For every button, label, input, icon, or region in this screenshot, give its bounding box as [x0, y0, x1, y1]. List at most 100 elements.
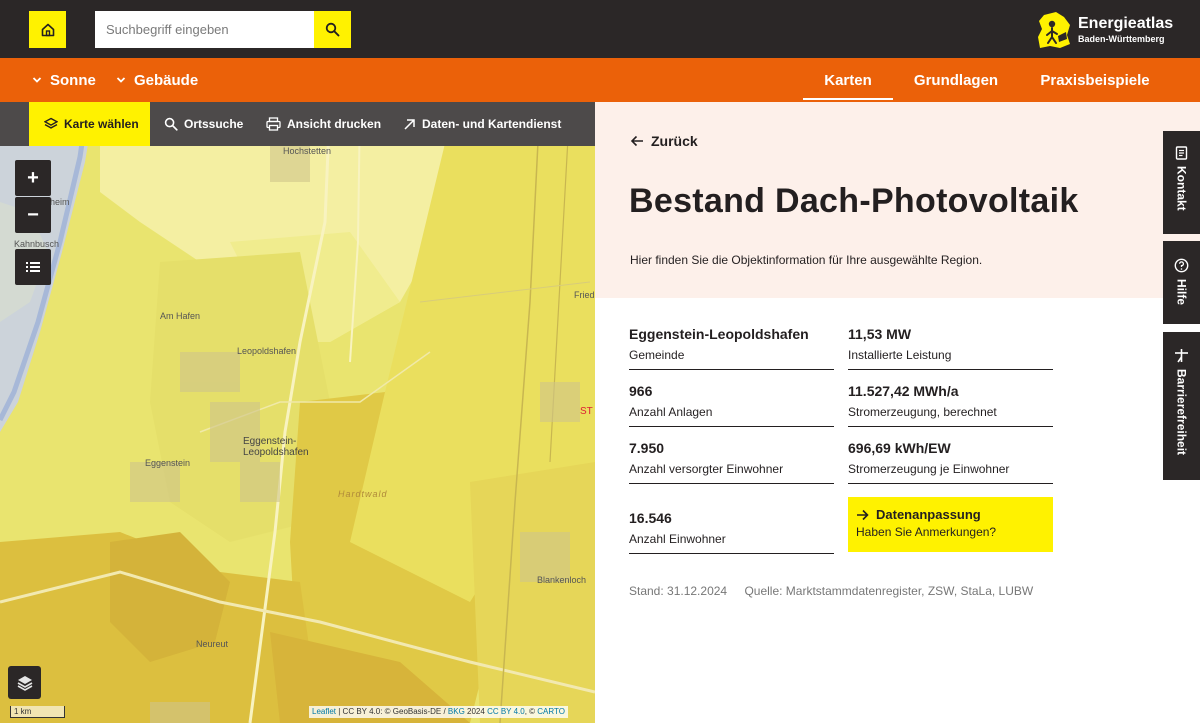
page-title: Bestand Dach-Photovoltaik: [629, 182, 1079, 220]
back-label: Zurück: [651, 133, 698, 149]
layers-icon: [17, 675, 32, 691]
map-label-st: ST: [580, 406, 593, 417]
search-button[interactable]: [314, 11, 351, 48]
nav-menu-sonne[interactable]: Sonne: [32, 58, 96, 102]
stat-label: Stromerzeugung je Einwohner: [848, 462, 1010, 476]
home-button[interactable]: [29, 11, 66, 48]
stat-installierte-leistung: 11,53 MW Installierte Leistung: [848, 326, 1053, 370]
data-adjustment-subtitle: Haben Sie Anmerkungen?: [856, 525, 997, 539]
attribution-text: | CC BY 4.0: © GeoBasis-DE /: [336, 707, 448, 716]
logo-mark-icon: [1038, 12, 1070, 48]
stat-value: 16.546: [629, 510, 672, 526]
map-label-heim: heim: [50, 197, 70, 207]
map-label-eggenstein: Eggenstein: [145, 458, 191, 468]
bkg-link[interactable]: BKG: [448, 707, 465, 716]
logo-subtitle: Baden-Württemberg: [1078, 34, 1165, 44]
data-source-info: Stand: 31.12.2024 Quelle: Marktstammdate…: [629, 584, 1047, 598]
location-search-button[interactable]: Ortssuche: [164, 102, 243, 146]
logo-title: Energieatlas: [1078, 15, 1174, 32]
search-box: [95, 11, 351, 48]
toolbar-label: Daten- und Kartendienst: [422, 117, 562, 131]
intro-text: Hier finden Sie die Objektinformation fü…: [630, 253, 983, 267]
legend-toggle-button[interactable]: [15, 249, 51, 285]
map-label-neureut: Neureut: [196, 639, 229, 649]
stat-stromerzeugung-je-einwohner: 696,69 kWh/EW Stromerzeugung je Einwohne…: [848, 440, 1053, 484]
nav-tab-praxisbeispiele[interactable]: Praxisbeispiele: [1030, 58, 1160, 102]
leaflet-link[interactable]: Leaflet: [312, 707, 336, 716]
nav-menu-label: Sonne: [50, 71, 96, 89]
carto-link[interactable]: CARTO: [537, 707, 565, 716]
toolbar-label: Ortssuche: [184, 117, 244, 131]
nav-menu-label: Gebäude: [134, 71, 199, 89]
quelle-text: Quelle: Marktstammdatenregister, ZSW, St…: [744, 584, 1034, 598]
data-adjustment-title: Datenanpassung: [856, 507, 1053, 522]
chevron-down-icon: [116, 77, 126, 83]
top-bar: Energieatlas Baden-Württemberg: [0, 0, 1200, 58]
stat-value: 966: [629, 383, 653, 399]
stat-value: 11,53 MW: [848, 326, 912, 342]
main-navigation: Sonne Gebäude Karten Grundlagen Praxisbe…: [0, 58, 1200, 102]
map-label-leopoldshafen: Leopoldshafen: [237, 346, 297, 356]
logo-text: Energieatlas Baden-Württemberg: [1078, 16, 1173, 44]
toolbar-label: Ansicht drucken: [287, 117, 382, 131]
stand-date: Stand: 31.12.2024: [629, 584, 728, 598]
search-input[interactable]: [95, 11, 314, 48]
attribution-text: , ©: [524, 707, 538, 716]
back-link[interactable]: Zurück: [630, 133, 698, 149]
side-tab-label: Hilfe: [1174, 279, 1189, 306]
info-panel: Zurück Bestand Dach-Photovoltaik Hier fi…: [595, 102, 1200, 723]
search-icon: [325, 22, 340, 37]
stat-value: Eggenstein-Leopoldshafen: [629, 326, 809, 342]
info-panel-header: Zurück Bestand Dach-Photovoltaik Hier fi…: [595, 102, 1200, 298]
stat-versorgte-einwohner: 7.950 Anzahl versorgter Einwohner: [629, 440, 834, 484]
search-icon: [164, 117, 178, 131]
cc-by-link[interactable]: CC BY 4.0: [487, 707, 525, 716]
stat-label: Anzahl versorgter Einwohner: [629, 462, 784, 476]
side-tab-kontakt[interactable]: Kontakt: [1163, 131, 1200, 234]
nav-tab-grundlagen[interactable]: Grundlagen: [904, 58, 1008, 102]
stat-anzahl-anlagen: 966 Anzahl Anlagen: [629, 383, 834, 427]
map-tiles: [0, 102, 595, 723]
stat-label: Installierte Leistung: [848, 348, 952, 362]
nav-menu-gebaeude[interactable]: Gebäude: [116, 58, 198, 102]
map-select-button[interactable]: Karte wählen: [29, 102, 150, 146]
stat-value: 696,69 kWh/EW: [848, 440, 951, 456]
side-tab-label: Kontakt: [1174, 166, 1189, 211]
side-tab-hilfe[interactable]: Hilfe: [1163, 241, 1200, 324]
printer-icon: [266, 117, 281, 131]
contact-icon: [1175, 146, 1188, 160]
arrow-left-icon: [630, 135, 643, 147]
nav-tab-karten[interactable]: Karten: [803, 58, 893, 102]
stat-stromerzeugung: 11.527,42 MWh/a Stromerzeugung, berechne…: [848, 383, 1053, 427]
stat-value: 11.527,42 MWh/a: [848, 383, 959, 399]
stat-value: 7.950: [629, 440, 665, 456]
home-icon: [41, 23, 54, 36]
data-adjustment-button[interactable]: Datenanpassung Haben Sie Anmerkungen?: [848, 497, 1053, 552]
stat-label: Stromerzeugung, berechnet: [848, 405, 997, 419]
energieatlas-logo[interactable]: Energieatlas Baden-Württemberg: [1036, 11, 1173, 49]
map-label-kahnbusch: Kahnbusch: [14, 239, 60, 249]
stat-gemeinde: Eggenstein-Leopoldshafen Gemeinde: [629, 326, 834, 370]
side-tab-barrierefreiheit[interactable]: Barrierefreiheit: [1163, 332, 1200, 480]
layers-icon: [44, 117, 58, 129]
accessibility-icon: [1175, 349, 1188, 363]
zoom-out-button[interactable]: −: [15, 197, 51, 233]
side-tab-label: Barrierefreiheit: [1174, 369, 1189, 456]
map-scale: 1 km: [10, 706, 65, 718]
stat-label: Gemeinde: [629, 348, 685, 362]
zoom-in-button[interactable]: +: [15, 160, 51, 196]
stat-label: Anzahl Einwohner: [629, 532, 726, 546]
print-view-button[interactable]: Ansicht drucken: [266, 102, 381, 146]
data-adjustment-label: Datenanpassung: [876, 507, 981, 522]
chevron-down-icon: [32, 77, 42, 83]
basemap-layers-button[interactable]: [8, 666, 41, 699]
map[interactable]: Linkenheim-Hochstetten Eggenstein-Leopol…: [0, 102, 595, 723]
map-label-eggenstein-leopoldshafen: Eggenstein- Leopoldshafen: [243, 436, 309, 458]
map-toolbar: Karte wählen Ortssuche Ansicht drucken D…: [0, 102, 595, 146]
data-map-service-button[interactable]: Daten- und Kartendienst: [403, 102, 561, 146]
map-label-blankenloch: Blankenloch: [537, 575, 587, 585]
list-icon: [26, 262, 40, 272]
toolbar-label: Karte wählen: [64, 117, 139, 131]
attribution-text: 2024: [464, 707, 488, 716]
help-icon: [1174, 258, 1189, 273]
